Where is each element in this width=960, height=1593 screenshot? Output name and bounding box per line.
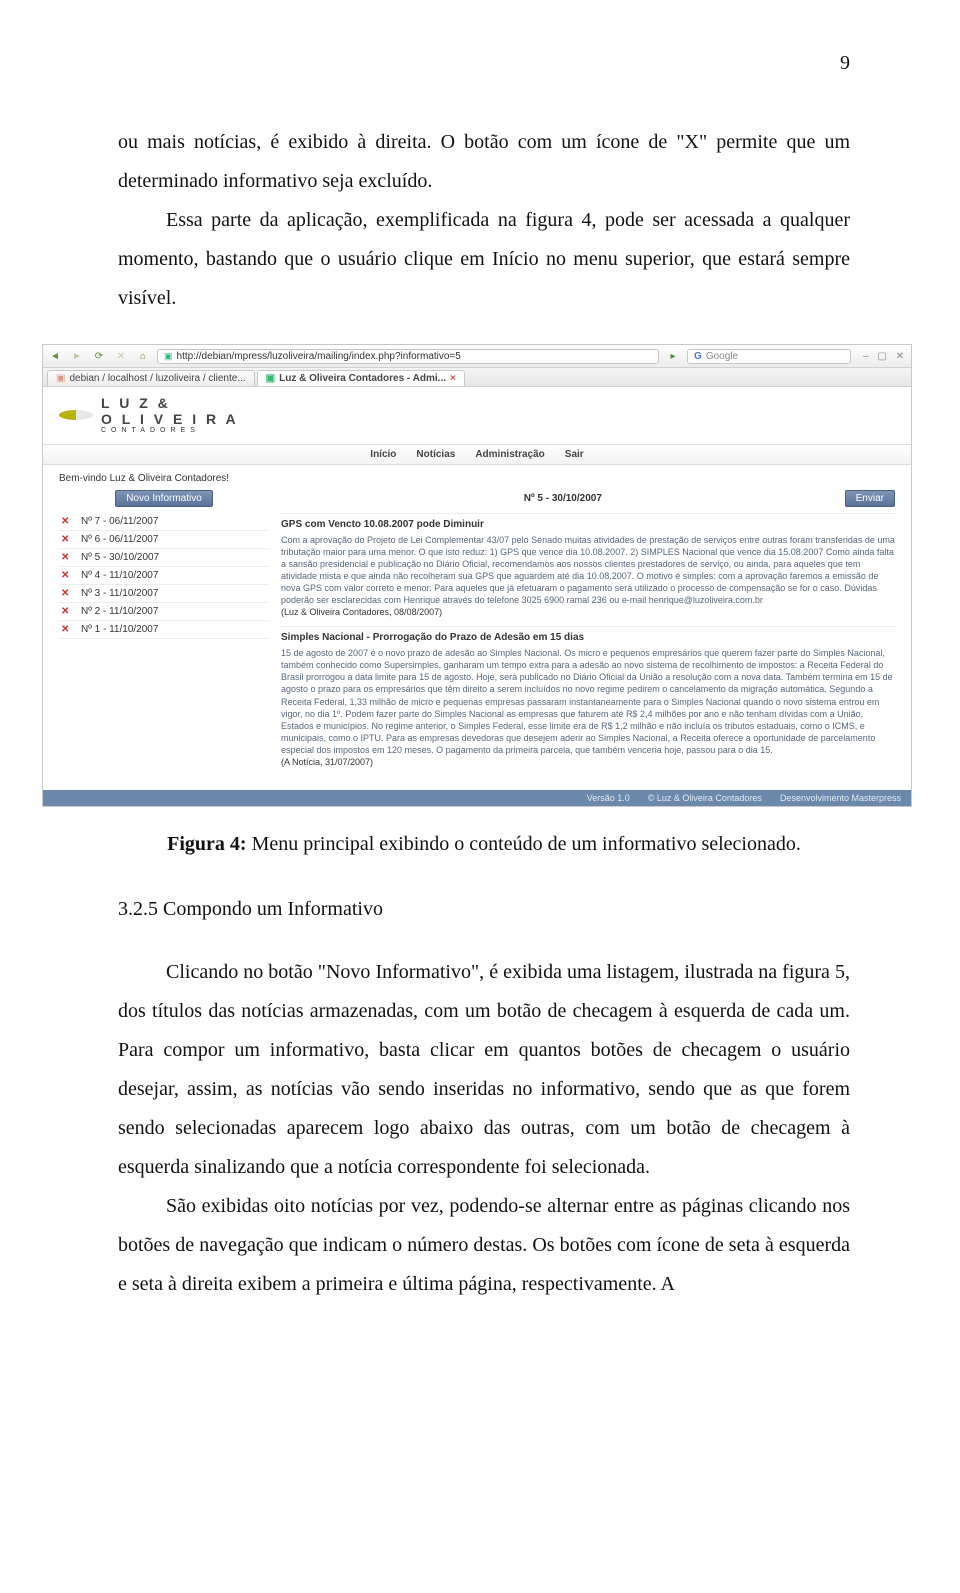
informativo-list-item[interactable]: ✕ Nº 7 - 06/11/2007	[59, 513, 269, 531]
brand-line1: L U Z &	[101, 395, 239, 411]
nav-noticias[interactable]: Notícias	[416, 449, 455, 460]
delete-icon[interactable]: ✕	[61, 516, 71, 527]
news-article: GPS com Vencto 10.08.2007 pode Diminuir …	[281, 513, 895, 626]
delete-icon[interactable]: ✕	[61, 552, 71, 563]
footer-copyright: © Luz & Oliveira Contadores	[648, 793, 762, 803]
informativo-list-item[interactable]: ✕ Nº 5 - 30/10/2007	[59, 549, 269, 567]
delete-icon[interactable]: ✕	[61, 534, 71, 545]
browser-toolbar: ◄ ► ⟳ ✕ ⌂ ▣ http://debian/mpress/luzoliv…	[43, 345, 911, 368]
tab-strip: ▣ debian / localhost / luzoliveira / cli…	[43, 368, 911, 387]
list-item-label: Nº 4 - 11/10/2007	[81, 570, 158, 581]
informativo-list-item[interactable]: ✕ Nº 4 - 11/10/2007	[59, 567, 269, 585]
list-item-label: Nº 7 - 06/11/2007	[81, 516, 158, 527]
tab-favicon-icon: ▣	[56, 373, 65, 384]
stop-icon[interactable]: ✕	[113, 348, 129, 364]
tab-favicon-icon: ▣	[266, 373, 275, 384]
brand-header: L U Z & O L I V E I R A CONTADORES	[43, 387, 911, 434]
footer-dev: Desenvolvimento Masterpress	[780, 793, 901, 803]
nav-inicio[interactable]: Início	[370, 449, 396, 460]
browser-search-field[interactable]: G Google	[687, 349, 851, 364]
delete-icon[interactable]: ✕	[61, 588, 71, 599]
informativo-list-item[interactable]: ✕ Nº 2 - 11/10/2007	[59, 603, 269, 621]
list-item-label: Nº 2 - 11/10/2007	[81, 606, 158, 617]
close-tab-icon[interactable]: ×	[450, 373, 456, 384]
window-controls[interactable]: – ▢ ✕	[863, 351, 907, 362]
brand-line2: O L I V E I R A	[101, 411, 239, 427]
back-button-icon[interactable]: ◄	[47, 348, 63, 364]
favicon-icon: ▣	[164, 351, 173, 362]
tab-label: Luz & Oliveira Contadores - Admi...	[279, 373, 446, 384]
figure-4-screenshot: ◄ ► ⟳ ✕ ⌂ ▣ http://debian/mpress/luzoliv…	[42, 344, 910, 807]
home-icon[interactable]: ⌂	[135, 348, 151, 364]
list-item-label: Nº 3 - 11/10/2007	[81, 588, 158, 599]
article-title: GPS com Vencto 10.08.2007 pode Diminuir	[281, 518, 895, 532]
informativo-list-item[interactable]: ✕ Nº 3 - 11/10/2007	[59, 585, 269, 603]
brand-line3: CONTADORES	[101, 427, 239, 434]
brand-logo-icon	[59, 410, 93, 420]
article-source: (A Notícia, 31/07/2007)	[281, 756, 895, 768]
browser-tab-1[interactable]: ▣ debian / localhost / luzoliveira / cli…	[47, 370, 255, 386]
search-engine-icon: G	[694, 351, 702, 362]
new-informativo-button[interactable]: Novo Informativo	[115, 490, 213, 507]
paragraph-4: São exibidas oito notícias por vez, pode…	[118, 1187, 850, 1304]
footer-version: Versão 1.0	[587, 793, 630, 803]
send-button[interactable]: Enviar	[845, 490, 895, 507]
delete-icon[interactable]: ✕	[61, 606, 71, 617]
informativo-list-item[interactable]: ✕ Nº 1 - 11/10/2007	[59, 621, 269, 639]
paragraph-1: ou mais notícias, é exibido à direita. O…	[118, 123, 850, 201]
news-article: Simples Nacional - Prorrogação do Prazo …	[281, 626, 895, 776]
nav-administracao[interactable]: Administração	[475, 449, 544, 460]
forward-button-icon[interactable]: ►	[69, 348, 85, 364]
article-body: Com a aprovação do Projeto de Lei Comple…	[281, 534, 895, 607]
article-source: (Luz & Oliveira Contadores, 08/08/2007)	[281, 606, 895, 618]
informativo-list-item[interactable]: ✕ Nº 6 - 06/11/2007	[59, 531, 269, 549]
article-body: 15 de agosto de 2007 é o novo prazo de a…	[281, 647, 895, 756]
search-placeholder: Google	[706, 351, 738, 362]
browser-tab-2[interactable]: ▣ Luz & Oliveira Contadores - Admi... ×	[257, 370, 465, 386]
delete-icon[interactable]: ✕	[61, 624, 71, 635]
go-icon[interactable]: ▸	[665, 348, 681, 364]
article-title: Simples Nacional - Prorrogação do Prazo …	[281, 631, 895, 645]
paragraph-3: Clicando no botão "Novo Informativo", é …	[118, 953, 850, 1187]
body-paragraph-block-2: Clicando no botão "Novo Informativo", é …	[118, 953, 850, 1304]
url-text: http://debian/mpress/luzoliveira/mailing…	[177, 351, 461, 362]
list-item-label: Nº 5 - 30/10/2007	[81, 552, 159, 563]
delete-icon[interactable]: ✕	[61, 570, 71, 581]
informativo-list-panel: Novo Informativo ✕ Nº 7 - 06/11/2007 ✕ Nº …	[59, 490, 269, 776]
paragraph-2: Essa parte da aplicação, exemplificada n…	[118, 201, 850, 318]
detail-title: Nº 5 - 30/10/2007	[524, 493, 602, 504]
figure-caption: Figura 4: Menu principal exibindo o cont…	[118, 833, 850, 856]
list-item-label: Nº 6 - 06/11/2007	[81, 534, 158, 545]
reload-icon[interactable]: ⟳	[91, 348, 107, 364]
list-item-label: Nº 1 - 11/10/2007	[81, 624, 158, 635]
section-heading: 3.2.5 Compondo um Informativo	[118, 898, 850, 921]
caption-label: Figura 4:	[167, 833, 246, 855]
informativo-detail-panel: Nº 5 - 30/10/2007 Enviar GPS com Vencto …	[281, 490, 895, 776]
top-nav: Início Notícias Administração Sair	[43, 444, 911, 465]
welcome-message: Bem-vindo Luz & Oliveira Contadores!	[43, 465, 911, 490]
body-paragraph-block-1: ou mais notícias, é exibido à direita. O…	[118, 123, 850, 318]
app-footer: Versão 1.0 © Luz & Oliveira Contadores D…	[43, 790, 911, 806]
tab-label: debian / localhost / luzoliveira / clien…	[69, 373, 245, 384]
page-number: 9	[118, 52, 850, 75]
address-bar[interactable]: ▣ http://debian/mpress/luzoliveira/maili…	[157, 349, 659, 364]
nav-sair[interactable]: Sair	[565, 449, 584, 460]
caption-text: Menu principal exibindo o conteúdo de um…	[247, 833, 801, 855]
